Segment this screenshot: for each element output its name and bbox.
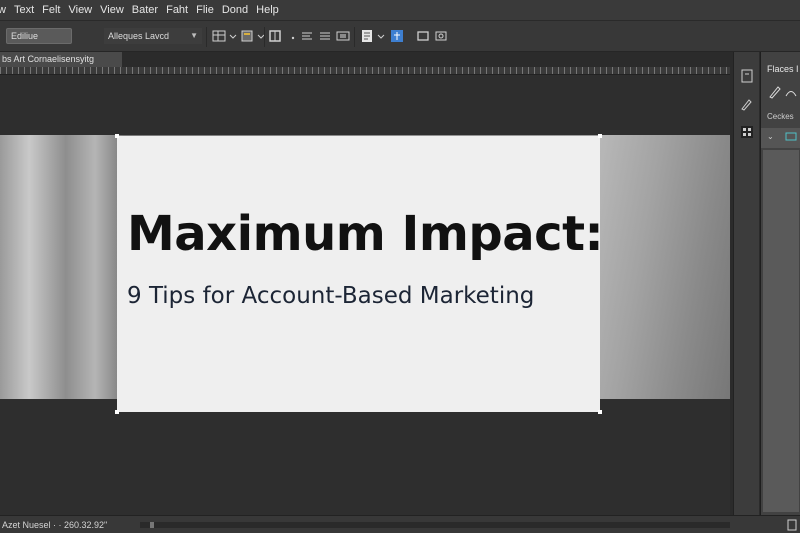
panel-dock: [733, 52, 759, 515]
align-justify-icon[interactable]: [318, 29, 332, 43]
dot-icon[interactable]: [286, 29, 300, 43]
document-canvas[interactable]: Maximum Impact: 9 Tips for Account-Based…: [0, 75, 730, 515]
menu-bar: w Text Felt View View Bater Faht Flie Do…: [0, 0, 800, 20]
panel-label: Ceckes: [767, 112, 794, 121]
document-icon[interactable]: [360, 29, 374, 43]
selection-handle[interactable]: [115, 410, 119, 414]
selection-handle[interactable]: [115, 134, 119, 138]
comment-icon[interactable]: [785, 132, 797, 142]
align-left-icon[interactable]: [300, 29, 314, 43]
document-icon[interactable]: [786, 519, 798, 531]
text-frame-icon[interactable]: [240, 29, 254, 43]
chevron-down-icon: ▼: [190, 31, 198, 40]
columns-icon[interactable]: [268, 29, 282, 43]
toolbar-divider: [264, 27, 265, 47]
menu-dond[interactable]: Dond: [222, 4, 256, 16]
menu-bater[interactable]: Bater: [132, 4, 166, 16]
menu-faht[interactable]: Faht: [166, 4, 196, 16]
subheadline-text[interactable]: 9 Tips for Account-Based Marketing: [127, 283, 534, 309]
menu-window[interactable]: w: [0, 4, 14, 16]
swatches-icon[interactable]: [739, 124, 755, 140]
pages-icon[interactable]: [739, 68, 755, 84]
horizontal-ruler: [0, 67, 730, 75]
menu-help[interactable]: Help: [256, 4, 287, 16]
panel-toolbar: ⌄: [761, 128, 800, 148]
menu-file[interactable]: Flie: [196, 4, 222, 16]
pencil-icon[interactable]: [767, 84, 783, 100]
caret-down-icon[interactable]: [376, 29, 386, 43]
toolbar-divider: [354, 27, 355, 47]
toolbar-divider: [206, 27, 207, 47]
options-bar: Ediliue Alleques Lavcd ▼: [0, 20, 800, 52]
path-tool-icon[interactable]: [785, 86, 797, 98]
menu-text[interactable]: Text: [14, 4, 42, 16]
panel-title[interactable]: Flaces I: [767, 64, 799, 74]
preset-selector[interactable]: Ediliue: [6, 28, 72, 44]
font-dropdown[interactable]: Alleques Lavcd ▼: [104, 28, 202, 44]
rectangle-frame-icon[interactable]: [416, 29, 430, 43]
horizontal-scrollbar[interactable]: [140, 522, 730, 528]
font-dropdown-value: Alleques Lavcd: [108, 31, 170, 41]
chevron-down-icon[interactable]: ⌄: [767, 132, 774, 141]
photo-shadow: [600, 135, 730, 399]
pen-tool-icon[interactable]: [739, 96, 755, 112]
menu-view[interactable]: View: [68, 4, 100, 16]
frame-fit-icon[interactable]: [336, 29, 350, 43]
caret-down-icon[interactable]: [228, 29, 238, 43]
grid-table-icon[interactable]: [212, 29, 226, 43]
properties-panel: Flaces I Ceckes ⌄: [760, 52, 800, 515]
headline-text[interactable]: Maximum Impact:: [127, 206, 604, 262]
status-bar: Azet Nuesel · · 260.32.92": [0, 515, 800, 533]
menu-view-2[interactable]: View: [100, 4, 132, 16]
scrollbar-thumb[interactable]: [150, 522, 154, 528]
selection-handle[interactable]: [598, 134, 602, 138]
panel-content: [763, 150, 799, 512]
status-text: Azet Nuesel · · 260.32.92": [2, 520, 108, 530]
selection-handle[interactable]: [598, 410, 602, 414]
anchor-frame-icon[interactable]: [390, 29, 404, 43]
headline-text-frame[interactable]: Maximum Impact: 9 Tips for Account-Based…: [117, 136, 604, 412]
link-frame-icon[interactable]: [434, 29, 448, 43]
menu-edit[interactable]: Felt: [42, 4, 68, 16]
document-tab[interactable]: bs Art Cornaelisensyitg: [0, 52, 122, 67]
